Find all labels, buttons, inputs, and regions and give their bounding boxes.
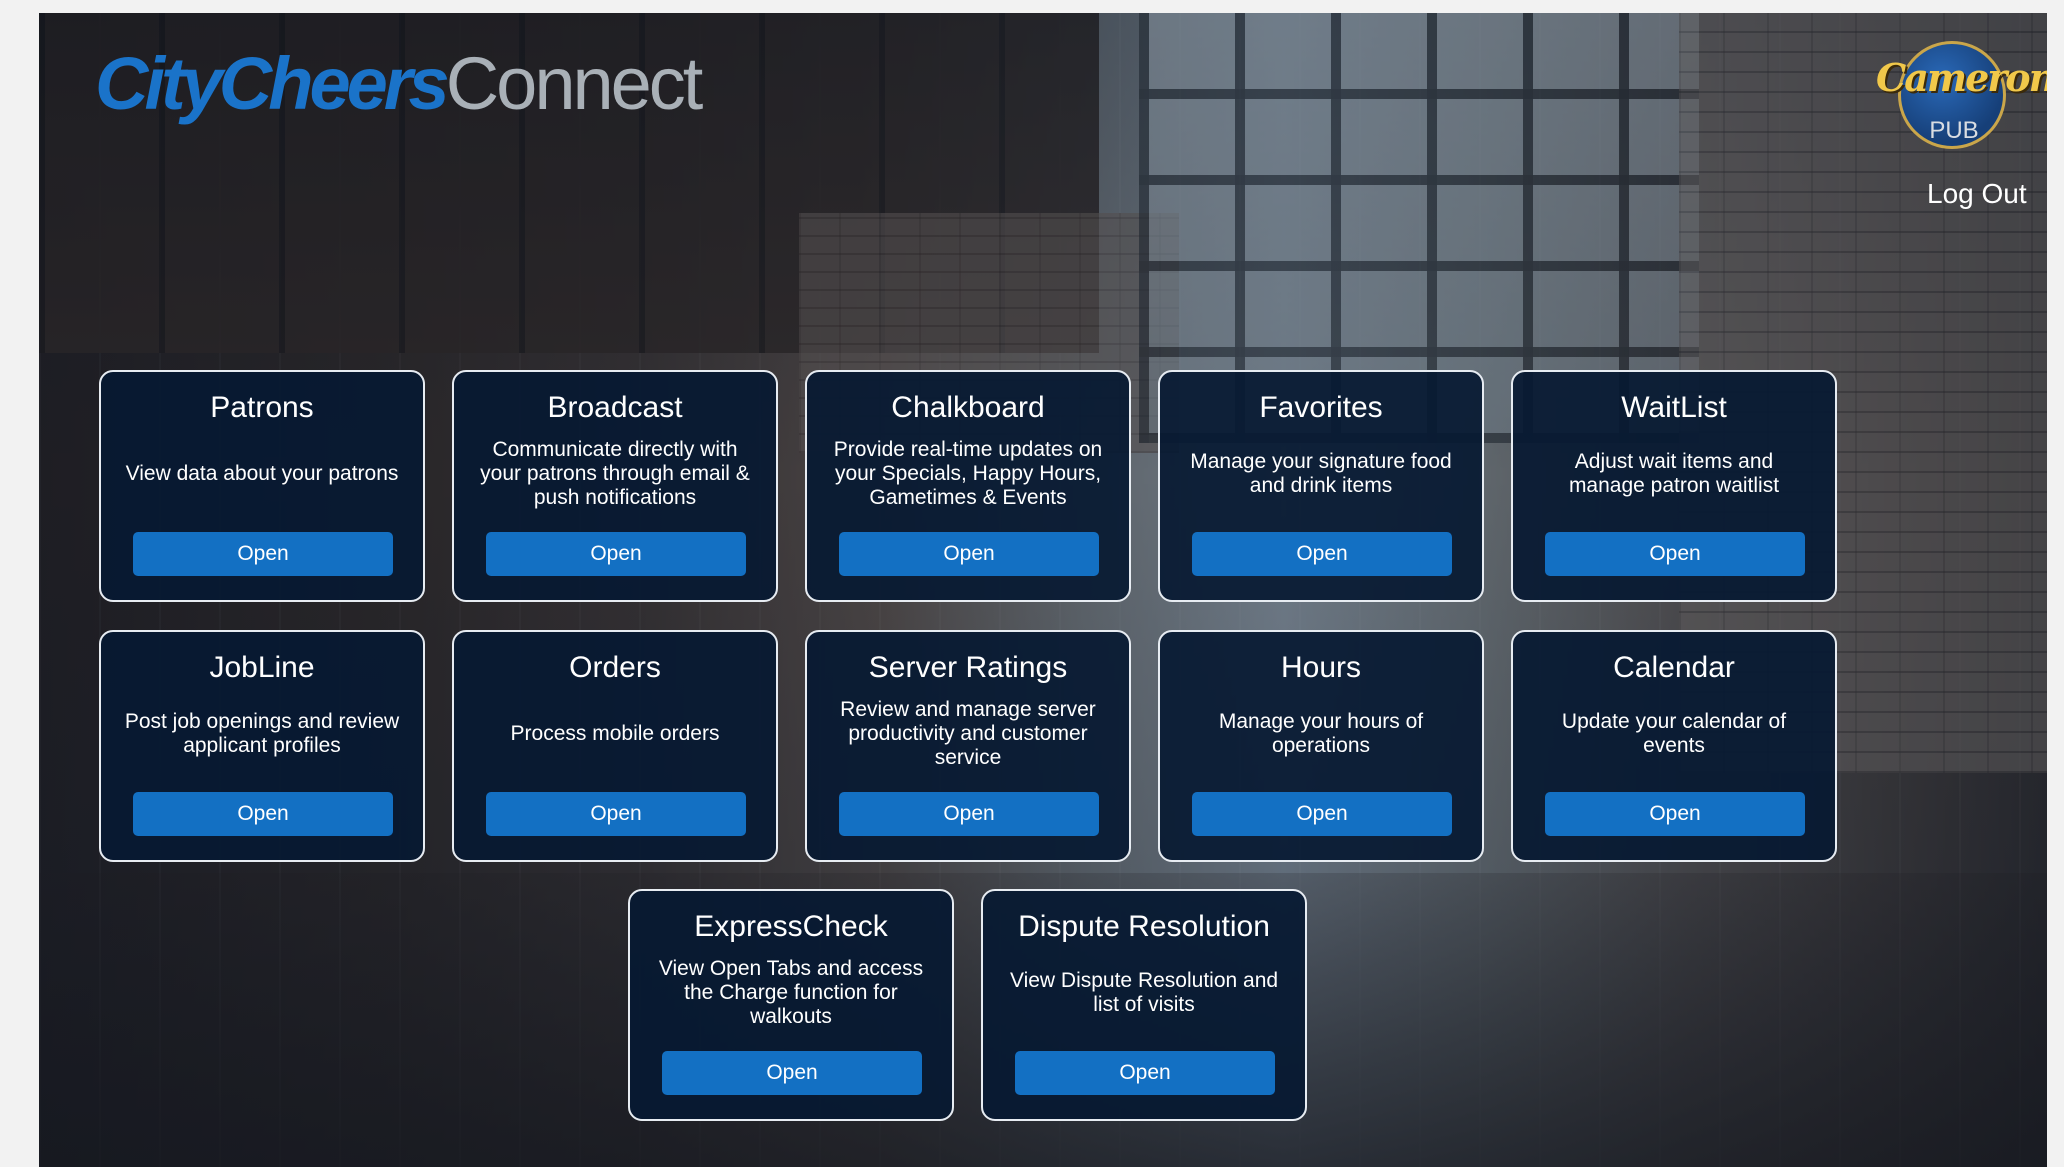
open-calendar-button[interactable]: Open [1545, 792, 1805, 836]
card-title: Hours [1280, 651, 1362, 684]
card-description: View data about your patrons [125, 462, 399, 485]
open-expresscheck-button[interactable]: Open [662, 1051, 922, 1095]
card-dispute-resolution: Dispute Resolution View Dispute Resoluti… [981, 889, 1307, 1121]
card-server-ratings: Server Ratings Review and manage server … [805, 630, 1131, 862]
card-title: ExpressCheck [694, 910, 888, 943]
card-description: View Open Tabs and access the Charge fun… [658, 957, 924, 1028]
open-waitlist-button[interactable]: Open [1545, 532, 1805, 576]
card-title: JobLine [209, 651, 315, 684]
card-description: Provide real-time updates on your Specia… [833, 438, 1103, 509]
brand-name-part1: CityCheers [95, 42, 450, 125]
card-description: Process mobile orders [510, 722, 720, 745]
card-title: Chalkboard [891, 391, 1045, 424]
card-expresscheck: ExpressCheck View Open Tabs and access t… [628, 889, 954, 1121]
open-jobline-button[interactable]: Open [133, 792, 393, 836]
open-chalkboard-button[interactable]: Open [839, 532, 1099, 576]
card-broadcast: Broadcast Communicate directly with your… [452, 370, 778, 602]
logout-link[interactable]: Log Out [1927, 178, 2027, 210]
dashboard-app: CityCheersConnect Cameron's PUB Log Out … [39, 13, 2047, 1167]
card-title: Dispute Resolution [1018, 910, 1270, 943]
open-orders-button[interactable]: Open [486, 792, 746, 836]
card-description: Adjust wait items and manage patron wait… [1568, 450, 1780, 497]
open-patrons-button[interactable]: Open [133, 532, 393, 576]
open-broadcast-button[interactable]: Open [486, 532, 746, 576]
card-description: Manage your hours of operations [1218, 710, 1424, 757]
app-logo: CityCheersConnect [95, 47, 703, 121]
card-hours: Hours Manage your hours of operations Op… [1158, 630, 1484, 862]
card-calendar: Calendar Update your calendar of events … [1511, 630, 1837, 862]
card-patrons: Patrons View data about your patrons Ope… [99, 370, 425, 602]
open-favorites-button[interactable]: Open [1192, 532, 1452, 576]
open-hours-button[interactable]: Open [1192, 792, 1452, 836]
venue-logo-name: Cameron's [1876, 55, 2047, 100]
card-title: Orders [569, 651, 661, 684]
venue-logo: Cameron's PUB [1876, 25, 2047, 149]
card-jobline: JobLine Post job openings and review app… [99, 630, 425, 862]
card-favorites: Favorites Manage your signature food and… [1158, 370, 1484, 602]
card-chalkboard: Chalkboard Provide real-time updates on … [805, 370, 1131, 602]
card-orders: Orders Process mobile orders Open [452, 630, 778, 862]
card-description: Post job openings and review applicant p… [124, 710, 400, 757]
card-title: Calendar [1613, 651, 1735, 684]
card-title: WaitList [1621, 391, 1727, 424]
open-server-ratings-button[interactable]: Open [839, 792, 1099, 836]
card-description: Update your calendar of events [1561, 710, 1787, 757]
card-description: View Dispute Resolution and list of visi… [1009, 969, 1279, 1016]
card-title: Favorites [1259, 391, 1383, 424]
card-description: Manage your signature food and drink ite… [1190, 450, 1452, 497]
card-description: Review and manage server productivity an… [840, 698, 1096, 769]
card-title: Server Ratings [868, 651, 1068, 684]
open-dispute-resolution-button[interactable]: Open [1015, 1051, 1275, 1095]
venue-logo-sub: PUB [1929, 117, 1979, 144]
card-waitlist: WaitList Adjust wait items and manage pa… [1511, 370, 1837, 602]
card-description: Communicate directly with your patrons t… [480, 438, 750, 509]
card-title: Broadcast [547, 391, 683, 424]
card-title: Patrons [210, 391, 314, 424]
brand-name-part2: Connect [445, 42, 704, 125]
